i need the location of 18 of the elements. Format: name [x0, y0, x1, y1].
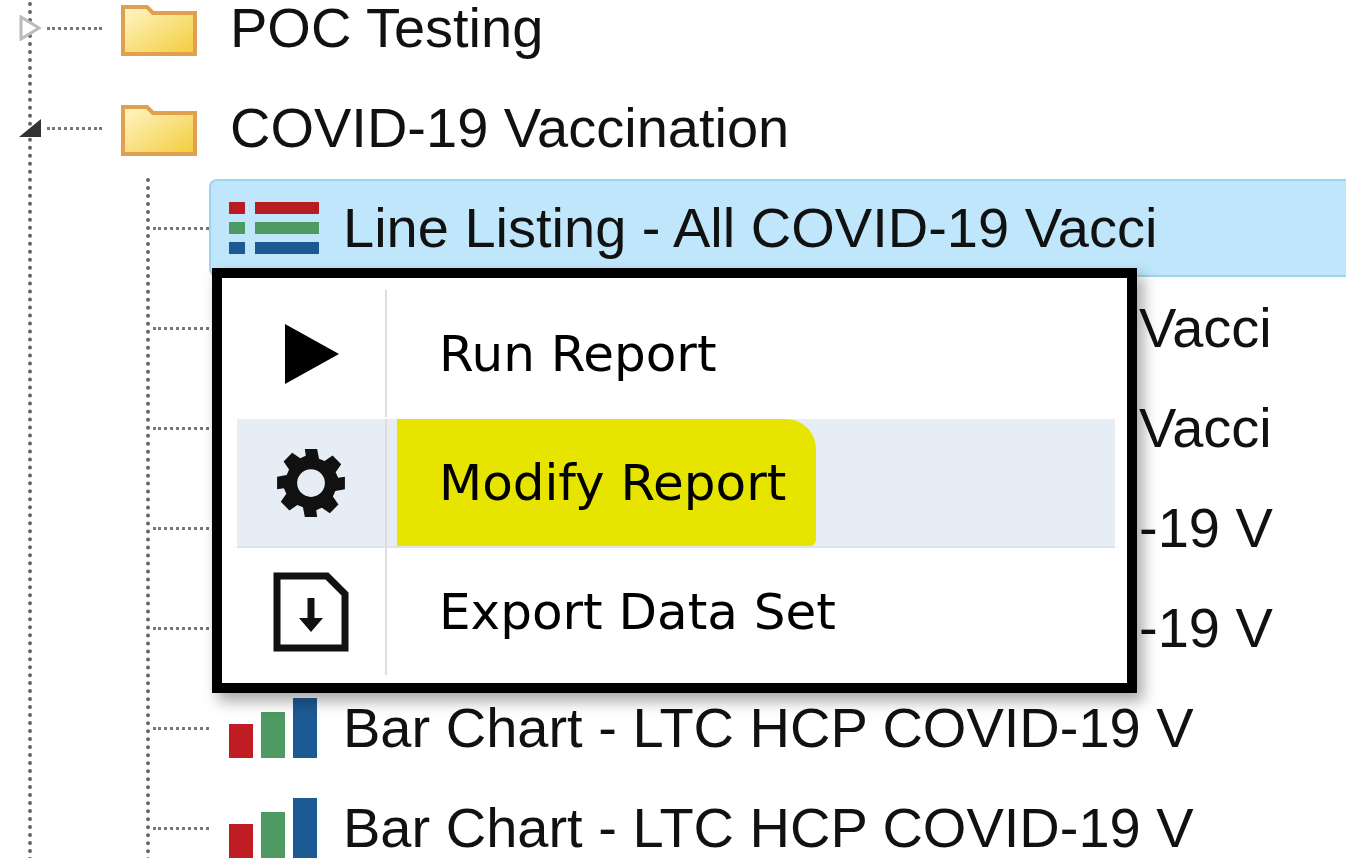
selected-tree-item[interactable]: Line Listing - All COVID-19 Vacci — [209, 179, 1346, 277]
menu-item[interactable]: Run Report — [237, 290, 1115, 419]
bar-chart-icon — [229, 698, 319, 758]
report-label[interactable]: Vacci — [1139, 300, 1272, 356]
report-label[interactable]: -19 V — [1139, 500, 1273, 556]
menu-item[interactable]: Export Data Set — [237, 548, 1115, 677]
folder-label[interactable]: COVID-19 Vaccination — [230, 100, 790, 156]
report-label[interactable]: -19 V — [1139, 600, 1273, 656]
bar-chart-icon — [229, 798, 319, 858]
menu-item[interactable]: Modify Report — [237, 419, 1115, 548]
download-file-icon — [273, 571, 349, 652]
expanded-arrow-icon[interactable] — [17, 117, 43, 139]
collapsed-arrow-icon[interactable] — [17, 15, 43, 41]
report-label[interactable]: Vacci — [1139, 400, 1272, 456]
tree-item[interactable]: Bar Chart - LTC HCP COVID-19 V — [209, 795, 1346, 858]
tree-item[interactable]: Bar Chart - LTC HCP COVID-19 V — [209, 695, 1346, 761]
highlighted-label: Modify Report — [397, 419, 817, 546]
list-icon — [229, 200, 319, 256]
